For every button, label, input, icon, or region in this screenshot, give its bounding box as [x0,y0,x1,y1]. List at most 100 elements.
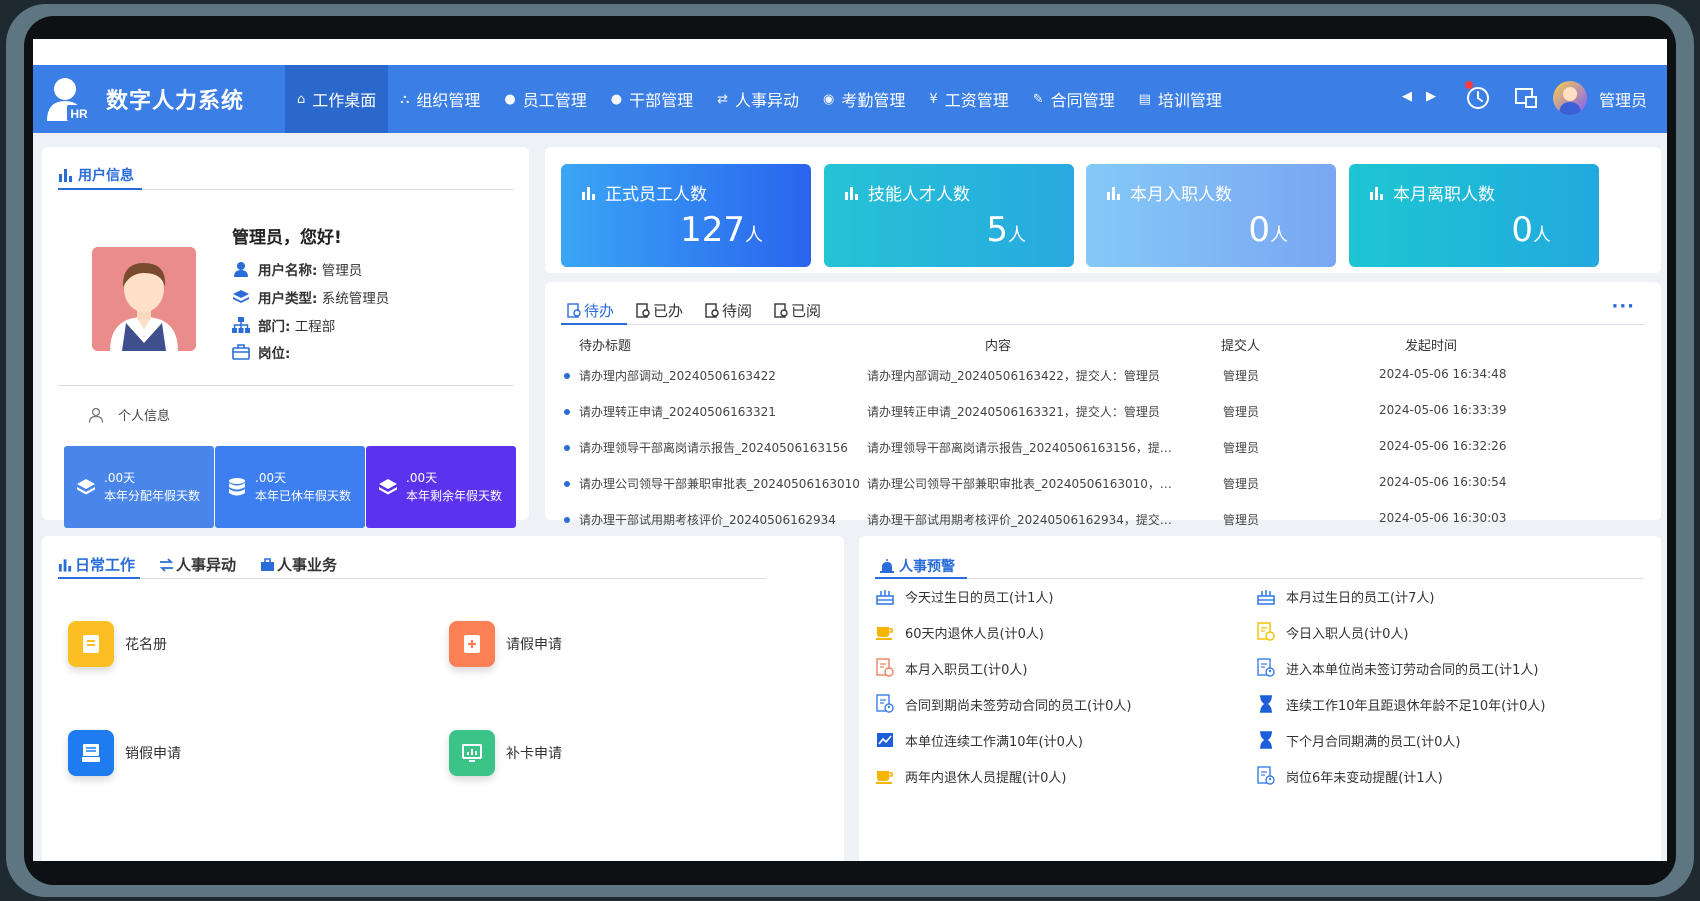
leave-allocated-card[interactable]: .00天 本年分配年假天数 [64,446,214,528]
task-title[interactable]: 请办理干部试用期考核评价_20240506162934 [579,511,836,528]
title-underline [58,188,142,190]
warning-item[interactable]: 本月过生日的员工(计7人) [1256,586,1434,606]
task-time: 2024-05-06 16:33:39 [1379,403,1507,417]
tab-label: 已阅 [791,302,822,320]
warning-item[interactable]: 今天过生日的员工(计1人) [875,586,1053,606]
task-content: 请办理内部调动_20240506163422，提交人：管理员 [867,369,1160,383]
doc-clock-icon [1256,622,1276,642]
trend-icon [875,730,895,750]
warning-item[interactable]: 合同到期尚未签劳动合同的员工(计0人) [875,694,1131,714]
warning-item[interactable]: 进入本单位尚未签订劳动合同的员工(计1人) [1256,658,1538,678]
task-time: 2024-05-06 16:32:26 [1379,439,1507,453]
nav-item-salary[interactable]: ¥ 工资管理 [917,65,1020,133]
nav-prev-icon[interactable]: ◀ [1402,89,1412,104]
more-icon[interactable]: ··· [1611,296,1635,317]
bar-chart-icon [1107,186,1120,200]
nav-label: 合同管理 [1050,91,1115,110]
task-submitter: 管理员 [1223,441,1260,455]
table-row[interactable]: 请办理干部试用期考核评价_20240506162934 请办理干部试用期考核评价… [545,511,1661,531]
bullet-dot [564,481,570,487]
nav-item-cadre[interactable]: ● 干部管理 [599,65,705,133]
nav-item-training[interactable]: ▤ 培训管理 [1127,65,1234,133]
warning-item[interactable]: 今日入职人员(计0人) [1256,622,1408,642]
tab-label: 已办 [653,302,684,320]
tab-label: 待办 [584,302,615,320]
roster-icon [68,621,114,667]
nav-item-attendance[interactable]: ◉ 考勤管理 [811,65,917,133]
warning-item[interactable]: 岗位6年未变动提醒(计1人) [1256,766,1443,786]
tab-todo[interactable]: 待办 [567,300,614,321]
stat-card-monthly-resign[interactable]: 本月离职人数 0人 [1349,164,1599,267]
tab-transfer[interactable]: 人事异动 [159,554,236,575]
task-content: 请办理领导干部离岗请示报告_20240506163156，提… [867,441,1172,455]
nav-item-employee[interactable]: ● 员工管理 [492,65,598,133]
quick-action-cancel-leave[interactable]: 销假申请 [68,730,181,776]
doc-search-icon [636,302,650,318]
warning-item[interactable]: 连续工作10年且距退休年龄不足10年(计0人) [1256,694,1546,714]
user-avatar [92,247,196,351]
avatar[interactable] [1553,81,1587,115]
task-content: 请办理公司领导干部兼职审批表_20240506163010，… [867,477,1172,491]
task-title[interactable]: 请办理领导干部离岗请示报告_20240506163156 [579,439,848,456]
nav-item-desktop[interactable]: ⌂ 工作桌面 [285,65,389,133]
nav-next-icon[interactable]: ▶ [1426,89,1436,104]
tab-hr-business[interactable]: 人事业务 [260,554,337,575]
nav-item-contract[interactable]: ✎ 合同管理 [1021,65,1127,133]
person-icon: ● [610,91,623,107]
screen-switch-icon[interactable] [1513,85,1539,111]
task-content: 请办理转正申请_20240506163321，提交人：管理员 [867,405,1160,419]
warning-item[interactable]: 两年内退休人员提醒(计0人) [875,766,1066,786]
warning-item[interactable]: 本单位连续工作满10年(计0人) [875,730,1083,750]
table-row[interactable]: 请办理内部调动_20240506163422 请办理内部调动_202405061… [545,367,1661,387]
yen-icon: ¥ [929,91,938,107]
quick-action-roster[interactable]: 花名册 [68,621,167,667]
leave-label: 本年已休年假天数 [255,489,352,503]
nav-item-transfer[interactable]: ⇄ 人事异动 [705,65,811,133]
user-info-title: 用户信息 [58,165,134,185]
leave-value: .00天 [104,471,136,485]
divider [58,578,766,579]
tab-read[interactable]: 已阅 [774,300,821,321]
stat-card-monthly-onboard[interactable]: 本月入职人数 0人 [1086,164,1336,267]
location-icon: ◉ [823,91,835,107]
warning-item[interactable]: 60天内退休人员(计0人) [875,622,1044,642]
tasks-panel: 待办 已办 待阅 已阅 ··· 待办标题 内容 提交人 发起时间 请办理内部调动… [545,282,1661,527]
layers-icon [379,479,397,495]
task-title[interactable]: 请办理转正申请_20240506163321 [579,403,776,420]
warning-item[interactable]: 本月入职员工(计0人) [875,658,1027,678]
doc-person-icon [875,694,895,714]
task-submitter: 管理员 [1223,405,1260,419]
table-row[interactable]: 请办理公司领导干部兼职审批表_20240506163010 请办理公司领导干部兼… [545,475,1661,495]
bullet-dot [564,409,570,415]
alarm-icon [880,559,894,573]
stat-card-skilled-talent[interactable]: 技能人才人数 5人 [824,164,1074,267]
main-nav: ⌂ 工作桌面 ⛬ 组织管理 ● 员工管理 ● 干部管理 ⇄ 人事异动 ◉ 考勤管理 ¥ 工资管… [285,65,1234,133]
task-title[interactable]: 请办理公司领导干部兼职审批表_20240506163010 [579,475,860,492]
quick-action-label: 补卡申请 [506,746,562,762]
stat-value: 0 [1248,210,1270,250]
col-time: 发起时间 [1405,339,1458,354]
tab-done[interactable]: 已办 [636,300,683,321]
leave-request-icon [449,621,495,667]
nav-item-org[interactable]: ⛬ 组织管理 [388,65,492,133]
task-submitter: 管理员 [1223,513,1260,527]
quick-action-leave[interactable]: 请假申请 [449,621,562,667]
task-title[interactable]: 请办理内部调动_20240506163422 [579,367,776,384]
col-content: 内容 [985,339,1012,354]
leave-used-card[interactable]: .00天 本年已休年假天数 [215,446,365,528]
personal-info-link[interactable]: 个人信息 [88,405,170,424]
hourglass-icon [1256,694,1276,714]
warning-item[interactable]: 下个月合同期满的员工(计0人) [1256,730,1460,750]
quick-action-card-supplement[interactable]: 补卡申请 [449,730,562,776]
user-type-row: 用户类型: 系统管理员 [232,287,389,307]
leave-remaining-card[interactable]: .00天 本年剩余年假天数 [366,446,516,528]
user-name-row: 用户名称: 管理员 [232,259,362,279]
col-title: 待办标题 [579,339,632,354]
header-user-name[interactable]: 管理员 [1599,87,1647,111]
task-submitter: 管理员 [1223,477,1260,491]
stat-card-regular-employees[interactable]: 正式员工人数 127人 [561,164,811,267]
tab-daily-work[interactable]: 日常工作 [58,554,135,575]
table-row[interactable]: 请办理转正申请_20240506163321 请办理转正申请_202405061… [545,403,1661,423]
table-row[interactable]: 请办理领导干部离岗请示报告_20240506163156 请办理领导干部离岗请示… [545,439,1661,459]
tab-to-read[interactable]: 待阅 [705,300,752,321]
